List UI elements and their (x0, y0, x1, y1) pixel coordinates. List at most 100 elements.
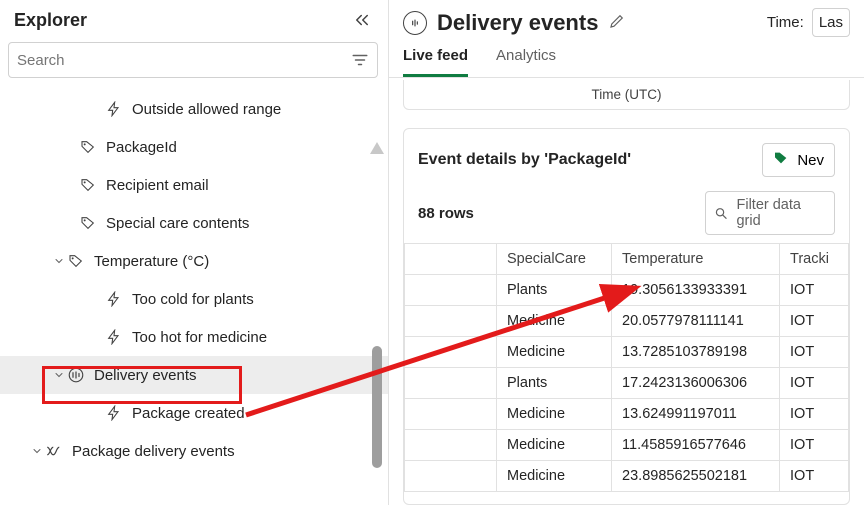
table-cell[interactable]: 20.0577978111141 (612, 306, 780, 337)
tree-item-recipient-email[interactable]: Recipient email (0, 166, 388, 204)
search-box[interactable] (8, 42, 378, 78)
table-row[interactable]: Plants17.2423136006306IOT (405, 368, 849, 399)
col-tracking[interactable]: Tracki (780, 244, 849, 275)
table-cell[interactable]: 13.624991197011 (612, 399, 780, 430)
table-row[interactable]: Medicine13.7285103789198IOT (405, 337, 849, 368)
table-cell[interactable]: Plants (497, 275, 612, 306)
table-cell[interactable]: IOT (780, 368, 849, 399)
table-row[interactable]: Medicine11.4585916577646IOT (405, 430, 849, 461)
table-cell[interactable]: Medicine (497, 306, 612, 337)
data-grid-header: SpecialCare Temperature Tracki (405, 244, 849, 275)
explorer-sidebar: Explorer Outside allowed range PackageId… (0, 0, 389, 505)
filter-grid-placeholder: Filter data grid (736, 197, 826, 229)
explorer-tree: Outside allowed range PackageId Recipien… (0, 86, 388, 505)
sidebar-title: Explorer (14, 10, 87, 31)
table-cell[interactable]: Plants (497, 368, 612, 399)
tree-item-label: Temperature (°C) (94, 253, 209, 270)
page-title: Delivery events (437, 10, 598, 36)
col-temperature[interactable]: Temperature (612, 244, 780, 275)
tree-item-delivery-events[interactable]: Delivery events (0, 356, 388, 394)
edit-title-button[interactable] (608, 10, 626, 36)
table-cell[interactable]: IOT (780, 430, 849, 461)
table-cell[interactable]: Medicine (497, 337, 612, 368)
tag-icon (78, 139, 98, 155)
tree-item-packageid[interactable]: PackageId (0, 128, 388, 166)
tree-item-label: Package delivery events (72, 443, 235, 460)
table-cell[interactable]: 17.2423136006306 (612, 368, 780, 399)
data-grid[interactable]: SpecialCare Temperature Tracki Plants19.… (404, 243, 849, 492)
lightning-icon (104, 329, 124, 345)
table-cell[interactable]: Medicine (497, 399, 612, 430)
time-utc-banner: Time (UTC) (403, 80, 850, 110)
card-title: Event details by 'PackageId' (418, 151, 631, 169)
tree-item-too-hot[interactable]: Too hot for medicine (0, 318, 388, 356)
tree-item-label: Special care contents (106, 215, 249, 232)
chevron-down-icon[interactable] (52, 369, 66, 381)
lightning-icon (104, 291, 124, 307)
collapse-sidebar-button[interactable] (350, 8, 374, 32)
page-title-wrap: Delivery events (403, 10, 626, 36)
tree-item-label: Recipient email (106, 177, 209, 194)
table-cell[interactable] (405, 399, 497, 430)
table-cell[interactable]: Medicine (497, 461, 612, 492)
tab-analytics[interactable]: Analytics (496, 47, 556, 77)
table-row[interactable]: Medicine20.0577978111141IOT (405, 306, 849, 337)
double-chevron-left-icon (353, 11, 371, 29)
search-input[interactable] (17, 52, 351, 69)
table-row[interactable]: Medicine13.624991197011IOT (405, 399, 849, 430)
card-sub-header: 88 rows Filter data grid (404, 181, 849, 243)
table-cell[interactable]: IOT (780, 461, 849, 492)
chevron-down-icon[interactable] (30, 445, 44, 457)
card-header: Event details by 'PackageId' Nev (404, 129, 849, 181)
filter-icon[interactable] (351, 51, 369, 69)
table-cell[interactable]: IOT (780, 399, 849, 430)
table-cell[interactable]: 19.3056133933391 (612, 275, 780, 306)
stream-icon (403, 11, 427, 35)
lightning-icon (104, 405, 124, 421)
main-tabs: Live feed Analytics (389, 37, 864, 78)
tree-item-label: PackageId (106, 139, 177, 156)
scroll-up-icon[interactable] (370, 142, 384, 154)
table-row[interactable]: Plants19.3056133933391IOT (405, 275, 849, 306)
tab-live-feed[interactable]: Live feed (403, 47, 468, 77)
event-details-card: Event details by 'PackageId' Nev 88 rows… (403, 128, 850, 505)
tree-item-label: Outside allowed range (132, 101, 281, 118)
time-range-select[interactable]: Las (812, 8, 850, 37)
main-panel: Delivery events Time: Las Live feed Anal… (389, 0, 864, 505)
tree-item-outside-range[interactable]: Outside allowed range (0, 90, 388, 128)
tag-icon (78, 215, 98, 231)
filter-grid-input[interactable]: Filter data grid (705, 191, 835, 235)
table-cell[interactable]: IOT (780, 337, 849, 368)
time-range-label: Time: (767, 14, 804, 31)
table-cell[interactable]: IOT (780, 275, 849, 306)
tree-item-label: Too cold for plants (132, 291, 254, 308)
search-wrap (0, 38, 388, 86)
chevron-down-icon[interactable] (52, 255, 66, 267)
table-cell[interactable]: 23.8985625502181 (612, 461, 780, 492)
tree-item-package-created[interactable]: Package created (0, 394, 388, 432)
table-cell[interactable] (405, 368, 497, 399)
table-cell[interactable] (405, 430, 497, 461)
sidebar-scroll-thumb[interactable] (372, 346, 382, 468)
table-cell[interactable]: 13.7285103789198 (612, 337, 780, 368)
new-tag-button[interactable]: Nev (762, 143, 835, 177)
tree-item-label: Delivery events (94, 367, 197, 384)
new-tag-label: Nev (797, 152, 824, 169)
data-grid-body: Plants19.3056133933391IOTMedicine20.0577… (405, 275, 849, 492)
table-cell[interactable]: 11.4585916577646 (612, 430, 780, 461)
table-cell[interactable] (405, 275, 497, 306)
table-cell[interactable] (405, 306, 497, 337)
table-cell[interactable] (405, 461, 497, 492)
table-cell[interactable] (405, 337, 497, 368)
table-row[interactable]: Medicine23.8985625502181IOT (405, 461, 849, 492)
table-cell[interactable]: IOT (780, 306, 849, 337)
table-cell[interactable]: Medicine (497, 430, 612, 461)
tree-item-temperature[interactable]: Temperature (°C) (0, 242, 388, 280)
tree-item-package-delivery-events[interactable]: Package delivery events (0, 432, 388, 470)
stream-icon (66, 366, 86, 384)
sidebar-scroll-track (370, 120, 384, 480)
col-specialcare[interactable]: SpecialCare (497, 244, 612, 275)
tree-item-too-cold[interactable]: Too cold for plants (0, 280, 388, 318)
col-empty[interactable] (405, 244, 497, 275)
tree-item-special-care[interactable]: Special care contents (0, 204, 388, 242)
